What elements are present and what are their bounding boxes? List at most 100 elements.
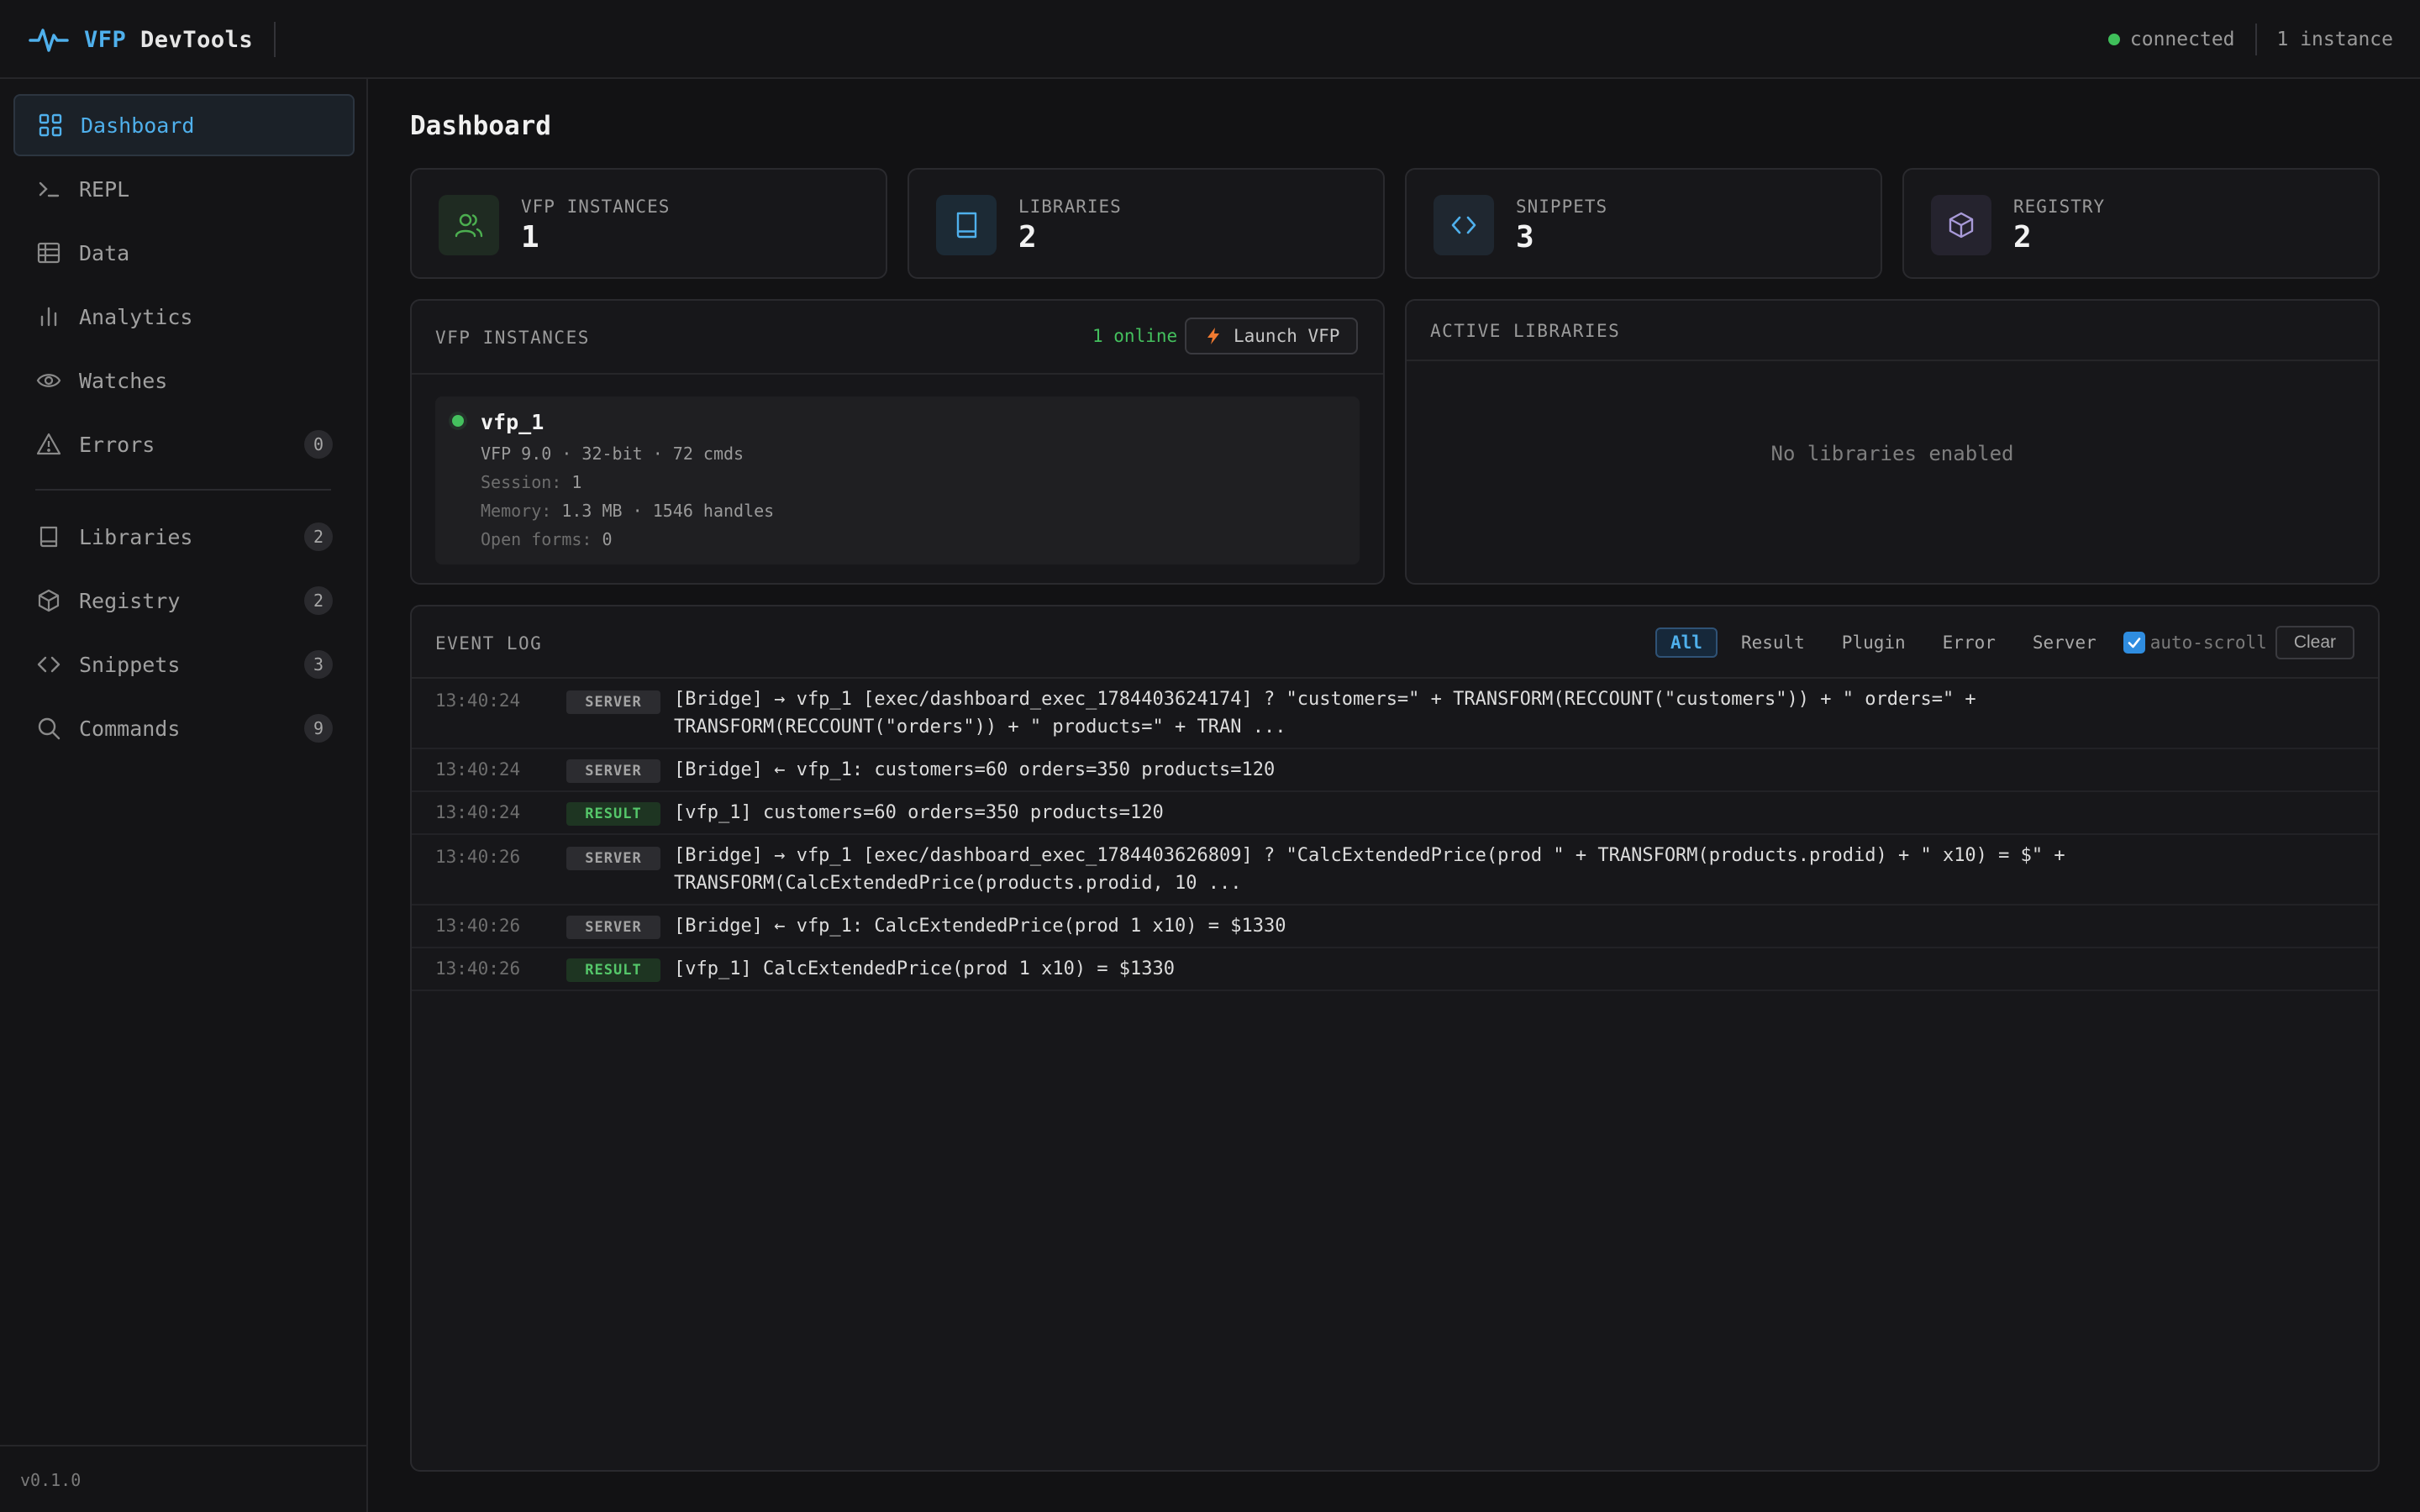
- auto-scroll-checkbox[interactable]: [2123, 632, 2145, 654]
- sidebar-item-label: REPL: [79, 176, 130, 202]
- online-count: 1 online: [1092, 326, 1178, 346]
- empty-state: No libraries enabled: [1770, 442, 2014, 465]
- log-message: [Bridge] ← vfp_1: CalcExtendedPrice(prod…: [674, 916, 1286, 937]
- filter-server[interactable]: Server: [2019, 627, 2110, 658]
- log-message: [vfp_1] CalcExtendedPrice(prod 1 x10) = …: [674, 958, 1176, 979]
- stat-value: 3: [1516, 220, 1534, 255]
- sidebar-item-label: Errors: [79, 432, 155, 457]
- header-separator: [2254, 24, 2257, 55]
- status-dot-icon: [2107, 34, 2120, 45]
- code-icon: [35, 651, 62, 678]
- stat-card-libraries: LIBRARIES 2: [908, 168, 1385, 279]
- sidebar-item-watches[interactable]: Watches: [13, 349, 355, 412]
- clear-button[interactable]: Clear: [2275, 626, 2354, 659]
- stat-value: 2: [1018, 220, 1037, 255]
- status-text: connected: [2129, 29, 2235, 50]
- log-message: [Bridge] → vfp_1 [exec/dashboard_exec_17…: [674, 689, 1976, 738]
- log-time: 13:40:24: [435, 802, 521, 822]
- sidebar-item-dashboard[interactable]: Dashboard: [13, 94, 355, 156]
- count-badge: 2: [304, 586, 333, 615]
- stat-value: 1: [521, 220, 539, 255]
- sidebar-item-commands[interactable]: Commands 9: [13, 697, 355, 759]
- panel-divider: [1407, 360, 2378, 361]
- sidebar-item-errors[interactable]: Errors 0: [13, 413, 355, 475]
- instance-status-dot: [452, 415, 464, 427]
- filter-result[interactable]: Result: [1728, 627, 1818, 658]
- instance-forms: Open forms: 0: [481, 529, 613, 549]
- log-tag: SERVER: [566, 759, 660, 783]
- log-tag: SERVER: [566, 847, 660, 870]
- package-icon: [35, 587, 62, 614]
- panel-title: EVENT LOG: [435, 633, 543, 654]
- search-icon: [35, 715, 62, 742]
- warning-icon: [35, 431, 62, 458]
- app-title-rest: DevTools: [140, 26, 254, 53]
- code-icon: [1434, 195, 1494, 255]
- auto-scroll-label: auto-scroll: [2149, 633, 2267, 653]
- log-row: 13:40:24 SERVER [Bridge] ← vfp_1: custom…: [412, 749, 2378, 792]
- sidebar-item-repl[interactable]: REPL: [13, 158, 355, 220]
- stat-label: SNIPPETS: [1516, 197, 1608, 217]
- bolt-icon: [1207, 328, 1219, 344]
- sidebar-item-label: Libraries: [79, 524, 193, 549]
- log-row: 13:40:26 SERVER [Bridge] ← vfp_1: CalcEx…: [412, 906, 2378, 948]
- memory-value: 1.3 MB · 1546 handles: [561, 501, 775, 521]
- log-row: 13:40:24 SERVER [Bridge] → vfp_1 [exec/d…: [412, 679, 2378, 749]
- stat-label: LIBRARIES: [1018, 197, 1122, 217]
- stat-card-instances: VFP INSTANCES 1: [410, 168, 887, 279]
- log-row: 13:40:26 RESULT [vfp_1] CalcExtendedPric…: [412, 948, 2378, 991]
- log-tag: RESULT: [566, 802, 660, 826]
- memory-label: Memory:: [481, 501, 552, 521]
- instances-panel: VFP INSTANCES 1 online Launch VFP vfp_1 …: [410, 299, 1385, 585]
- log-time: 13:40:26: [435, 958, 521, 979]
- log-row: 13:40:24 RESULT [vfp_1] customers=60 ord…: [412, 792, 2378, 835]
- stat-label: VFP INSTANCES: [521, 197, 671, 217]
- connection-status: connected 1 instance: [2107, 22, 2393, 57]
- version-label: v0.1.0: [20, 1470, 82, 1490]
- top-bar: VFP DevTools connected 1 instance: [0, 0, 2420, 79]
- instance-card[interactable]: vfp_1 VFP 9.0 · 32-bit · 72 cmds Session…: [435, 396, 1360, 564]
- forms-value: 0: [602, 529, 613, 549]
- instance-memory: Memory: 1.3 MB · 1546 handles: [481, 501, 774, 521]
- sidebar-item-analytics[interactable]: Analytics: [13, 286, 355, 348]
- session-label: Session:: [481, 472, 562, 492]
- sidebar-item-data[interactable]: Data: [13, 222, 355, 284]
- sidebar-item-label: Snippets: [79, 652, 181, 677]
- filter-plugin[interactable]: Plugin: [1828, 627, 1919, 658]
- bar-chart-icon: [35, 303, 62, 330]
- launch-vfp-button[interactable]: Launch VFP: [1185, 318, 1358, 354]
- sidebar-divider: [35, 489, 331, 491]
- terminal-icon: [35, 176, 62, 202]
- instance-session: Session: 1: [481, 472, 581, 492]
- sidebar-item-snippets[interactable]: Snippets 3: [13, 633, 355, 696]
- sidebar-item-registry[interactable]: Registry 2: [13, 570, 355, 632]
- log-message: [Bridge] → vfp_1 [exec/dashboard_exec_17…: [674, 845, 2065, 894]
- stat-card-registry: REGISTRY 2: [1902, 168, 2380, 279]
- libraries-panel: ACTIVE LIBRARIES No libraries enabled: [1405, 299, 2380, 585]
- panel-title: VFP INSTANCES: [435, 328, 590, 348]
- sidebar-item-label: Dashboard: [81, 113, 195, 138]
- table-icon: [35, 239, 62, 266]
- app-title: VFP DevTools: [84, 27, 253, 53]
- count-badge: 0: [304, 430, 333, 459]
- log-tag: RESULT: [566, 958, 660, 982]
- log-message: [vfp_1] customers=60 orders=350 products…: [674, 802, 1164, 823]
- log-time: 13:40:24: [435, 759, 521, 780]
- sidebar-item-label: Registry: [79, 588, 181, 613]
- header-divider: [274, 22, 276, 57]
- stat-value: 2: [2013, 220, 2032, 255]
- filter-all[interactable]: All: [1655, 627, 1718, 658]
- instance-info: VFP 9.0 · 32-bit · 72 cmds: [481, 444, 744, 464]
- log-row: 13:40:26 SERVER [Bridge] → vfp_1 [exec/d…: [412, 835, 2378, 906]
- count-badge: 2: [304, 522, 333, 551]
- log-time: 13:40:26: [435, 847, 521, 867]
- filter-error[interactable]: Error: [1929, 627, 2009, 658]
- sidebar: Dashboard REPL Data Analytics Watches Er…: [0, 79, 368, 1512]
- pulse-icon: [29, 25, 69, 54]
- book-icon: [35, 523, 62, 550]
- check-icon: [2128, 638, 2141, 648]
- log-time: 13:40:24: [435, 690, 521, 711]
- sidebar-item-libraries[interactable]: Libraries 2: [13, 506, 355, 568]
- event-log-panel: EVENT LOG All Result Plugin Error Server…: [410, 605, 2380, 1472]
- panel-divider: [412, 373, 1383, 375]
